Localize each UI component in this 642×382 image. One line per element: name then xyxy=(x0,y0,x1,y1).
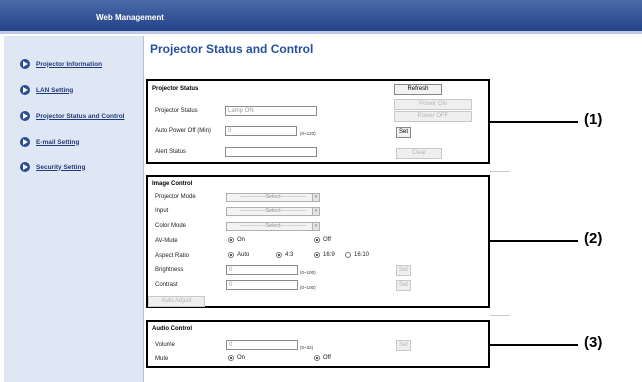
radio-label: 16:10 xyxy=(354,252,370,258)
sidebar-item-security-setting[interactable]: Security Setting xyxy=(20,161,85,173)
callout-2-label: (2) xyxy=(584,230,603,247)
select-value: --------------Select-------------- xyxy=(239,208,307,214)
sidebar-item-label[interactable]: LAN Setting xyxy=(36,87,73,94)
arrow-circle-icon xyxy=(20,162,30,172)
sidebar-item-label[interactable]: Projector Information xyxy=(36,61,102,68)
projector-status-field[interactable]: Lamp ON xyxy=(225,106,317,116)
callout-1-label: (1) xyxy=(584,111,603,128)
sidebar-item-projector-status-control[interactable]: Projector Status and Control xyxy=(20,110,124,122)
arrow-circle-icon xyxy=(20,85,30,95)
power-off-button[interactable]: Power OFF xyxy=(394,111,472,122)
callout-3-line xyxy=(490,344,578,346)
radio-selected-icon[interactable] xyxy=(276,252,282,258)
alert-status-field[interactable] xyxy=(225,147,317,157)
radio-label: Off xyxy=(323,355,331,361)
chevron-down-icon[interactable]: ▾ xyxy=(312,208,319,215)
brightness-set-button[interactable]: Set xyxy=(396,265,411,276)
clear-button[interactable]: Clear xyxy=(396,148,442,159)
radio-label: Auto xyxy=(237,252,250,258)
aspect-16-9-radio[interactable]: 16:9 xyxy=(314,252,335,258)
sidebar-item-label[interactable]: E-mail Setting xyxy=(36,139,79,146)
radio-selected-icon[interactable] xyxy=(228,355,234,361)
aspect-4-3-radio[interactable]: 4:3 xyxy=(276,252,293,258)
projector-mode-select[interactable]: --------------Select-------------- ▾ xyxy=(226,193,320,202)
mute-off-radio[interactable]: Off xyxy=(314,355,331,361)
aspect-auto-radio[interactable]: Auto xyxy=(228,252,249,258)
audio-control-title: Audio Control xyxy=(152,326,192,332)
radio-label: 4:3 xyxy=(285,252,294,258)
power-on-button[interactable]: Power ON xyxy=(394,99,472,110)
av-mute-on-radio[interactable]: On xyxy=(228,237,245,243)
radio-label: Off xyxy=(323,237,331,243)
radio-selected-icon[interactable] xyxy=(314,252,320,258)
color-mode-label: Color Mode xyxy=(155,223,187,229)
auto-power-off-range: (0~120) xyxy=(300,131,316,136)
radio-selected-icon[interactable] xyxy=(228,252,234,258)
auto-adjust-button[interactable]: Auto Adjust xyxy=(148,296,205,307)
mute-label: Mute xyxy=(155,356,169,362)
arrow-circle-icon xyxy=(20,111,30,121)
sidebar-item-label[interactable]: Security Setting xyxy=(36,164,85,171)
app-title: Web Management xyxy=(96,13,164,22)
av-mute-label: AV-Mute xyxy=(155,238,178,244)
input-label: Input xyxy=(155,208,169,214)
chevron-down-icon[interactable]: ▾ xyxy=(312,194,319,201)
mute-on-radio[interactable]: On xyxy=(228,355,245,361)
select-value: --------------Select-------------- xyxy=(239,223,307,229)
arrow-circle-icon xyxy=(20,137,30,147)
brightness-field[interactable]: 0 xyxy=(226,265,298,275)
alert-status-label: Alert Status xyxy=(155,149,187,155)
sidebar-item-label[interactable]: Projector Status and Control xyxy=(36,113,124,120)
brightness-range: (0~100) xyxy=(300,270,316,275)
sidebar-item-lan-setting[interactable]: LAN Setting xyxy=(20,84,73,96)
volume-range: (0~32) xyxy=(300,345,314,350)
input-select[interactable]: --------------Select-------------- ▾ xyxy=(226,207,320,216)
radio-selected-icon[interactable] xyxy=(228,237,234,243)
contrast-label: Contrast xyxy=(155,282,178,288)
radio-unselected-icon[interactable] xyxy=(345,252,351,258)
app-header: Web Management xyxy=(0,0,642,34)
brightness-label: Brightness xyxy=(155,267,184,273)
projector-status-title: Projector Status xyxy=(152,86,199,92)
select-value: --------------Select-------------- xyxy=(239,194,307,200)
contrast-range: (0~100) xyxy=(300,285,316,290)
page-title: Projector Status and Control xyxy=(150,42,314,56)
callout-2-line xyxy=(490,240,578,242)
callout-3-label: (3) xyxy=(584,334,603,351)
arrow-circle-icon xyxy=(20,59,30,69)
volume-set-button[interactable]: Set xyxy=(396,340,411,351)
projector-mode-label: Projector Mode xyxy=(155,194,196,200)
contrast-set-button[interactable]: Set xyxy=(396,280,411,291)
auto-power-off-field[interactable]: 0 xyxy=(225,126,297,136)
aspect-ratio-label: Aspect Ratio xyxy=(155,253,190,259)
sidebar-item-projector-information[interactable]: Projector Information xyxy=(20,58,102,70)
divider xyxy=(490,315,510,316)
refresh-button[interactable]: Refresh xyxy=(394,84,442,95)
projector-status-label: Projector Status xyxy=(155,108,198,114)
radio-label: 16:9 xyxy=(323,252,335,258)
image-control-title: Image Control xyxy=(152,181,193,187)
av-mute-off-radio[interactable]: Off xyxy=(314,237,331,243)
volume-field[interactable]: 0 xyxy=(226,340,298,350)
header-divider xyxy=(0,31,642,34)
radio-label: On xyxy=(237,237,246,243)
sidebar-item-email-setting[interactable]: E-mail Setting xyxy=(20,136,79,148)
aspect-16-10-radio[interactable]: 16:10 xyxy=(345,252,369,258)
volume-label: Volume xyxy=(155,342,176,348)
contrast-field[interactable]: 0 xyxy=(226,280,298,290)
radio-label: On xyxy=(237,355,246,361)
auto-power-off-label: Auto Power Off (Min) xyxy=(155,128,211,134)
divider xyxy=(490,171,510,172)
radio-selected-icon[interactable] xyxy=(314,237,320,243)
auto-power-off-set-button[interactable]: Set xyxy=(396,127,411,138)
chevron-down-icon[interactable]: ▾ xyxy=(312,223,319,230)
callout-1-line xyxy=(490,121,578,123)
color-mode-select[interactable]: --------------Select-------------- ▾ xyxy=(226,222,320,231)
radio-selected-icon[interactable] xyxy=(314,355,320,361)
